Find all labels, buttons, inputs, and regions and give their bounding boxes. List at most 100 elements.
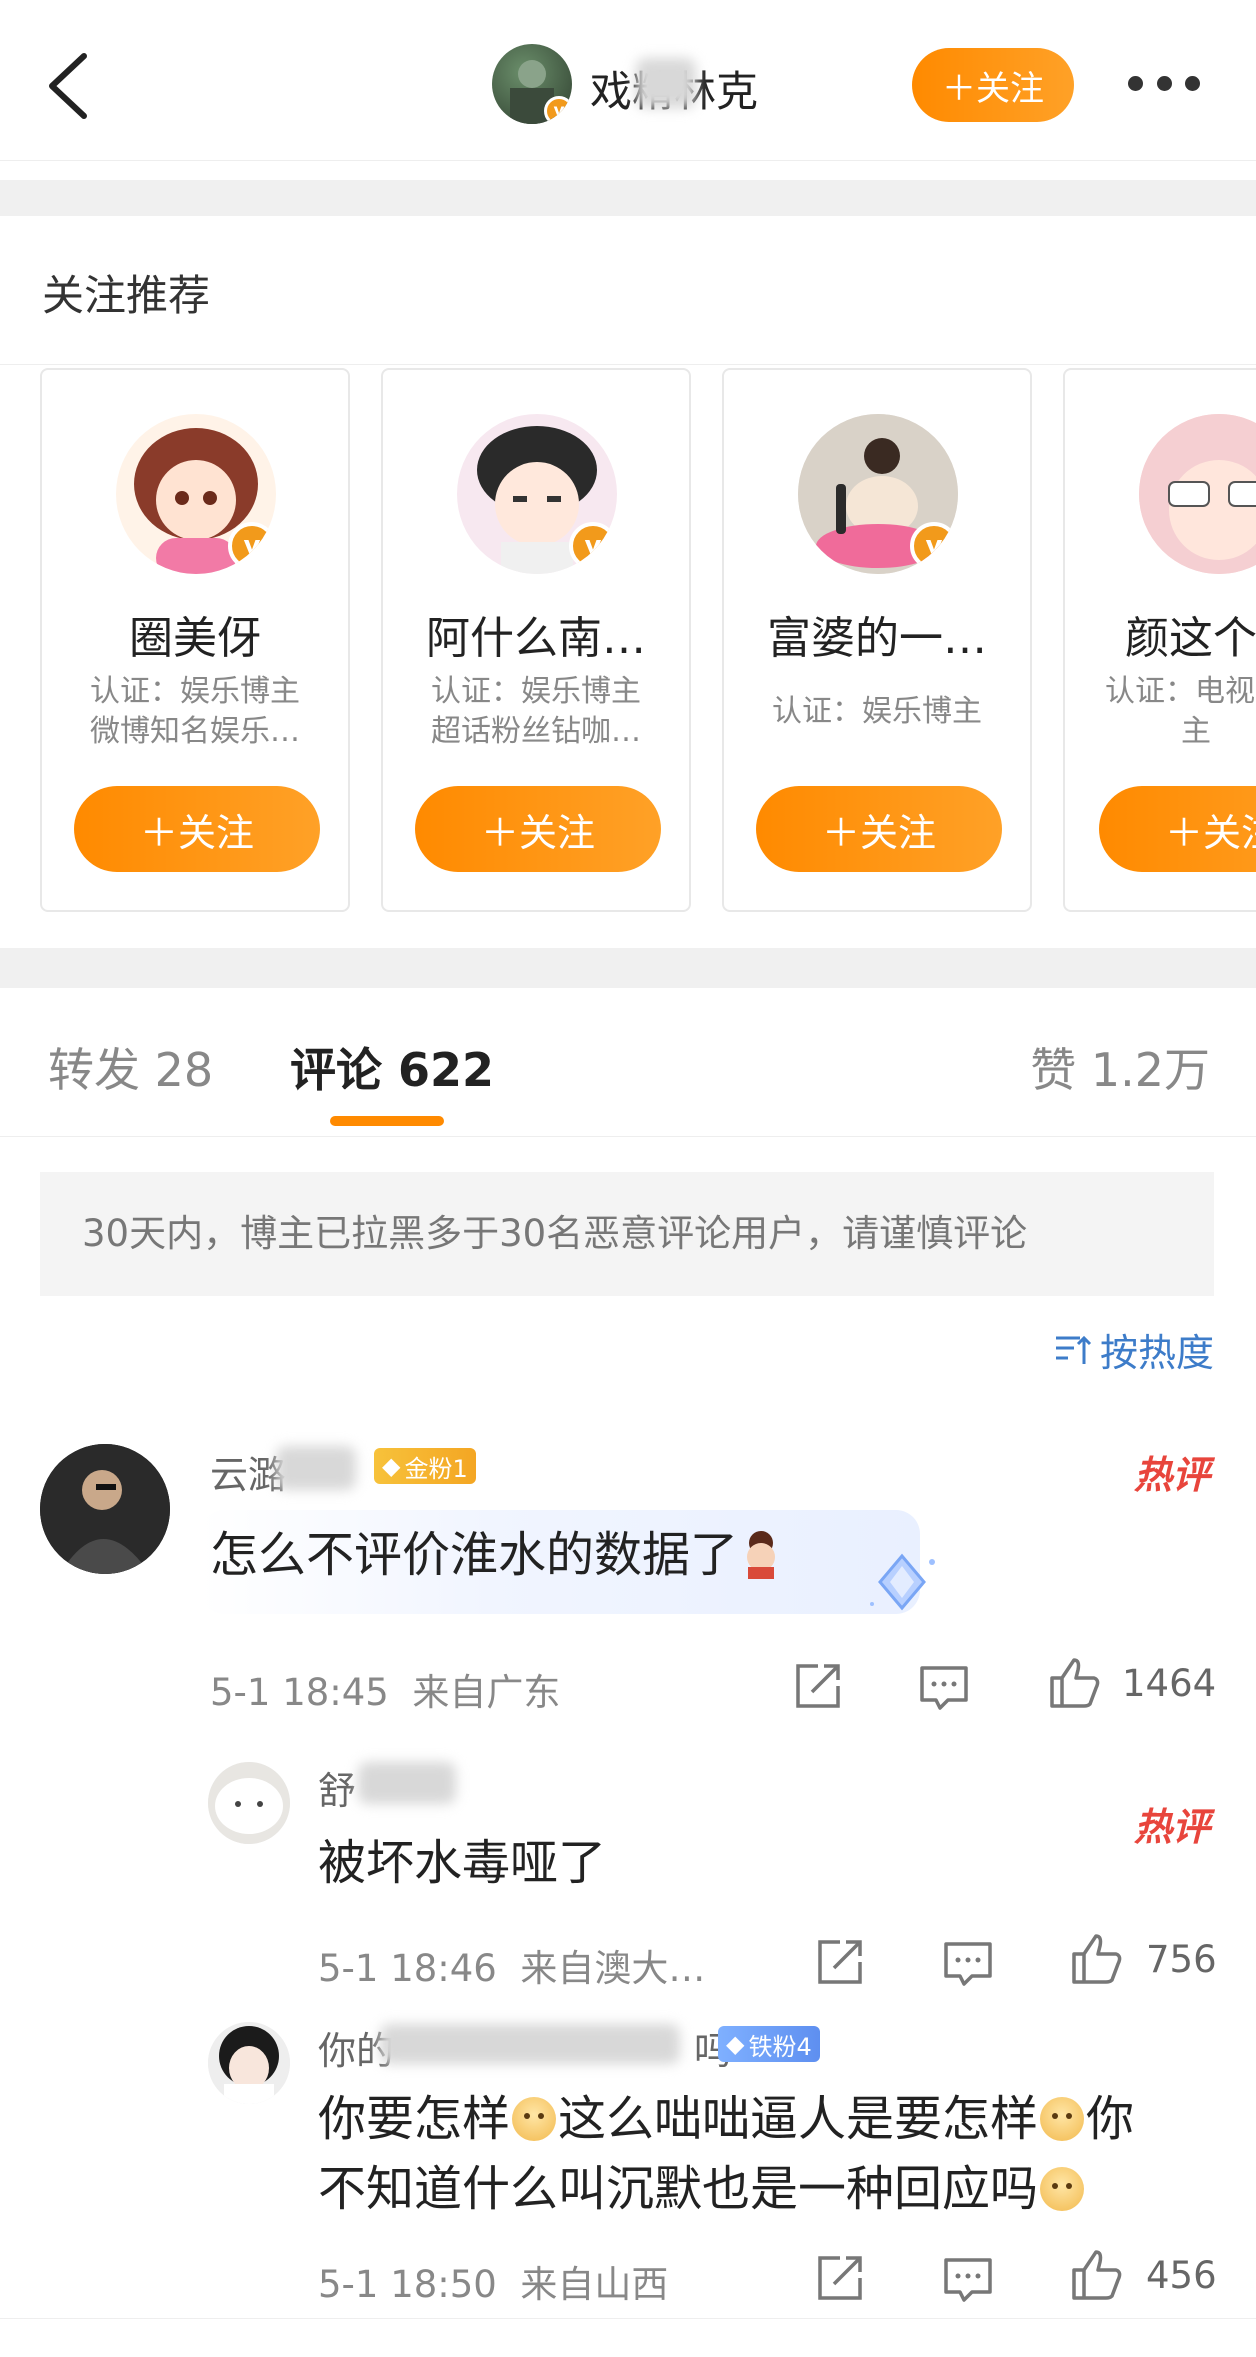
recommend-card[interactable]: v 阿什么南… 认证：娱乐博主 超话粉丝钻咖… ＋关注 [381,368,691,912]
like-count: 1464 [1122,1662,1217,1705]
comment-notice: 30天内，博主已拉黑多于30名恶意评论用户，请谨慎评论 [40,1172,1214,1296]
verified-icon: v [569,522,617,570]
reply-location: 来自澳大… [520,1947,706,1990]
reply-time: 5-1 18:50 [318,2263,497,2306]
name-mask [636,58,696,108]
name-mask [380,2024,680,2064]
verified-icon: v [910,522,958,570]
card-desc: 认证：娱乐博主 [724,692,1030,732]
fan-badge: ◆ 金粉1 [374,1448,476,1484]
reply-text-part: 不知道什么叫沉默也是一种回应吗 [318,2161,1039,2217]
card-desc: 认证：娱乐博主 超话粉丝钻咖… [383,672,689,752]
comment-time: 5-1 18:45 [210,1671,389,1714]
reply-meta: 5-1 18:50 来自山西 [318,2254,668,2308]
reply-location: 来自山西 [520,2263,669,2306]
card-desc-line: 超话粉丝钻咖… [431,714,641,749]
reply-text: 被坏水毒哑了 [318,1835,607,1891]
follow-button[interactable]: ＋关注 [912,48,1074,122]
comment-text-content: 怎么不评价淮水的数据了 [210,1527,739,1583]
replier-name[interactable]: 舒 [318,1760,356,1815]
card-follow-button[interactable]: ＋关注 [1099,786,1256,872]
reply-text-part: 这么咄咄逼人是要怎样 [558,2091,1039,2147]
commenter-name[interactable]: 云潞 [210,1444,286,1499]
doge-emoji-icon [1040,2097,1085,2141]
card-name: 富婆的一… [767,613,987,664]
card-desc-line: 认证：娱乐博主 [90,674,300,709]
fan-badge-label: 铁粉4 [748,2032,812,2061]
tab-likes[interactable]: 赞 1.2万 [1030,1034,1210,1100]
like-count: 456 [1146,2254,1217,2297]
card-desc-line: 认证：娱乐博主 [431,674,641,709]
like-count: 756 [1146,1938,1217,1981]
reply-text: 你要怎样 这么咄咄逼人是要怎样你 不知道什么叫沉默也是一种回应吗 [318,2084,1218,2224]
share-icon[interactable] [812,2250,868,2306]
avatar [1139,414,1256,574]
reply-icon[interactable] [916,1660,972,1716]
hot-comment-tag: 热评 [1133,1805,1210,1849]
reply-avatar[interactable] [208,2022,290,2104]
share-icon[interactable] [790,1658,846,1714]
back-arrow-icon[interactable] [42,50,102,122]
comment-text: 怎么不评价淮水的数据了 [210,1520,784,1590]
reply-icon[interactable] [940,2252,996,2308]
like-icon[interactable] [1068,2246,1124,2302]
sort-toggle[interactable]: 按热度 [1052,1322,1214,1377]
card-desc-line: 认证：娱乐博主 [772,694,982,729]
card-desc-line: 微博知名娱乐… [90,714,300,749]
name-mask [358,1762,456,1804]
doge-emoji-icon [512,2097,557,2141]
avatar: v [457,414,617,574]
recommend-card[interactable]: v 圈美伢 认证：娱乐博主 微博知名娱乐… ＋关注 [40,368,350,912]
comment-location: 来自广东 [412,1671,561,1714]
card-desc-line: 主 [1181,714,1211,749]
fan-badge: ◆ 铁粉4 [718,2026,820,2062]
reply-icon[interactable] [940,1936,996,1992]
comment-avatar[interactable] [40,1444,170,1574]
reply-text-part: 你 [1086,2091,1135,2147]
reply-meta: 5-1 18:46 来自澳大… [318,1938,705,1992]
card-name: 颜这个 [1125,613,1256,664]
hot-comment-tag: 热评 [1133,1453,1210,1497]
card-follow-button[interactable]: ＋关注 [74,786,320,872]
doge-emoji-icon [1040,2167,1085,2211]
top-bar: v 戏精林克 ＋关注 [0,0,1256,161]
card-desc-line: 认证：电视 [1105,674,1255,709]
tab-reposts[interactable]: 转发 28 [48,1034,213,1100]
divider [0,1136,1256,1137]
tab-indicator [330,1116,444,1126]
card-desc: 认证：电视 主 [1105,672,1256,752]
gem-icon: ◆ [382,1452,401,1480]
card-name: 阿什么南… [426,613,646,664]
divider [0,364,1256,365]
recommend-card[interactable]: v 富婆的一… 认证：娱乐博主 ＋关注 [722,368,1032,912]
divider [0,2318,1256,2319]
recommend-card[interactable]: 颜这个 认证：电视 主 ＋关注 [1063,368,1256,912]
card-desc: 认证：娱乐博主 微博知名娱乐… [42,672,348,752]
tab-comments[interactable]: 评论 622 [290,1034,494,1100]
share-icon[interactable] [812,1934,868,1990]
card-follow-button[interactable]: ＋关注 [415,786,661,872]
section-divider [0,948,1256,988]
reply-time: 5-1 18:46 [318,1947,497,1990]
comment-meta: 5-1 18:45 来自广东 [210,1662,560,1716]
avatar: v [116,414,276,574]
like-icon[interactable] [1068,1930,1124,1986]
author-avatar[interactable]: v [492,44,572,124]
card-name: 圈美伢 [129,613,261,664]
fan-badge-label: 金粉1 [404,1454,468,1483]
verified-icon: v [228,522,276,570]
sort-icon [1055,1335,1092,1364]
card-follow-button[interactable]: ＋关注 [756,786,1002,872]
avatar: v [798,414,958,574]
like-icon[interactable] [1046,1654,1102,1710]
diamond-decoration-icon [870,1553,935,1611]
cartoon-emoji-icon [738,1528,784,1579]
sort-label: 按热度 [1099,1331,1214,1375]
recommend-title: 关注推荐 [42,271,211,320]
reply-avatar[interactable] [208,1762,290,1844]
name-mask [276,1446,356,1490]
section-divider [0,180,1256,216]
more-icon[interactable] [1128,76,1200,92]
gem-icon: ◆ [726,2030,745,2058]
verified-icon: v [544,96,572,124]
